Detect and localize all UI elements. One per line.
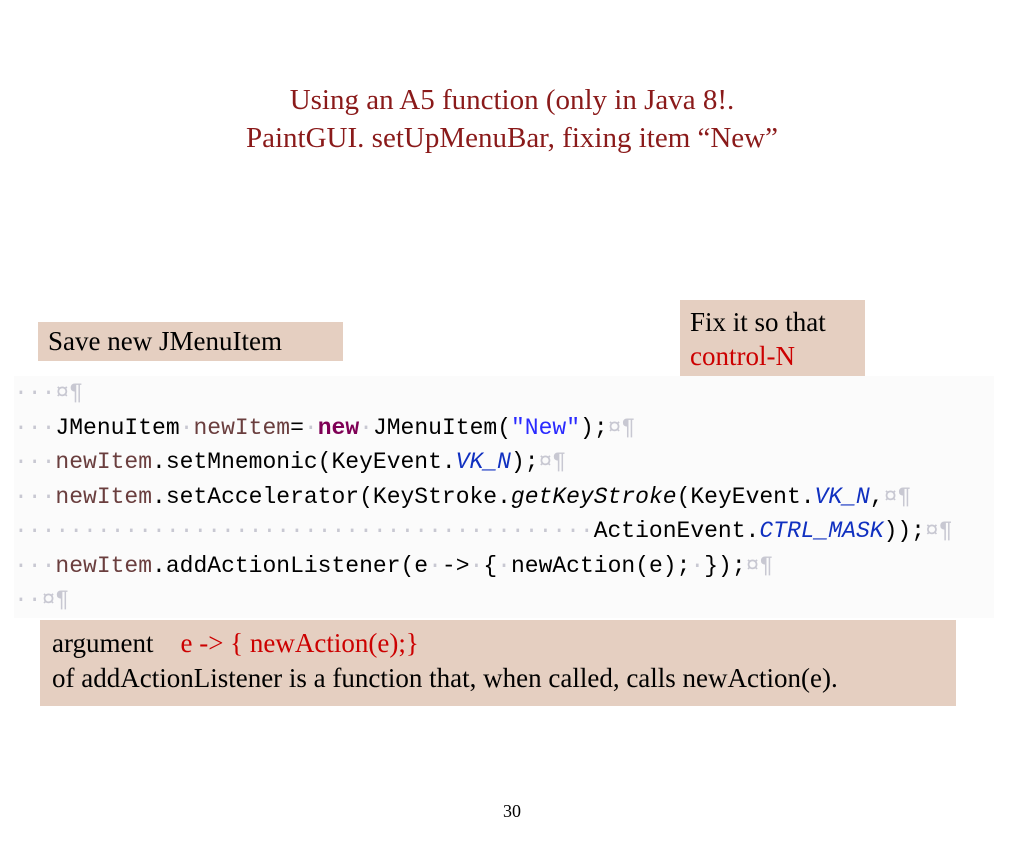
slide-title: Using an A5 function (only in Java 8!. P…	[0, 82, 1024, 157]
arg-code: e -> { newAction(e);}	[180, 628, 418, 658]
arg-label: argument	[52, 628, 153, 658]
title-line-1: Using an A5 function (only in Java 8!.	[0, 82, 1024, 120]
code-block: ···¤¶ ···JMenuItem·newItem=·new·JMenuIte…	[14, 376, 994, 618]
arg-rest: of addActionListener is a function that,…	[52, 663, 838, 693]
fix-highlight: control-N	[690, 341, 795, 371]
explanation-box: argument e -> { newAction(e);} of addAct…	[40, 620, 956, 706]
page-number: 30	[0, 801, 1024, 822]
save-box: Save new JMenuItem	[38, 322, 343, 361]
fix-line1: Fix it so that	[690, 307, 826, 337]
title-line-2: PaintGUI. setUpMenuBar, fixing item “New…	[0, 120, 1024, 158]
